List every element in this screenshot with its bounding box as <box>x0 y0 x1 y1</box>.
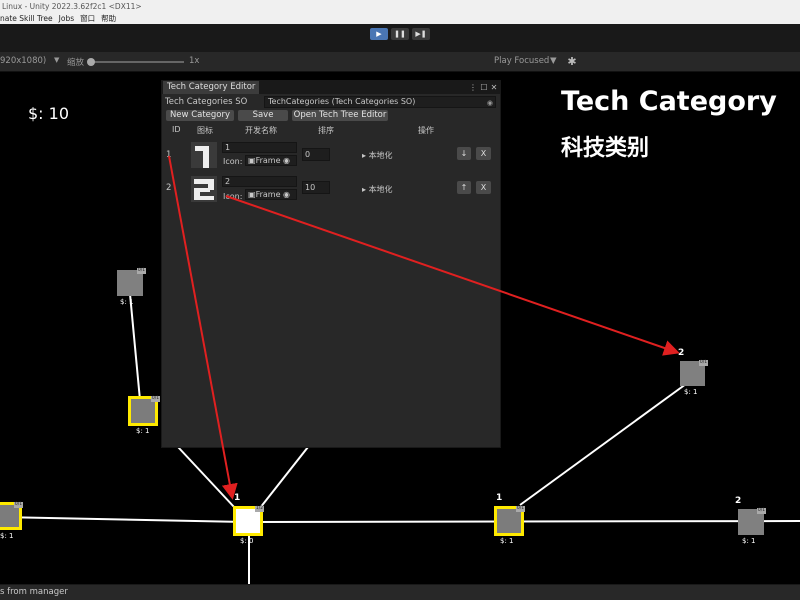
scale-label: 缩放 <box>67 58 85 68</box>
menu-item-skill-tree[interactable]: nate Skill Tree <box>0 14 53 23</box>
scale-slider[interactable] <box>90 61 184 63</box>
annotation-title-zh: 科技类别 <box>561 136 650 161</box>
node-level-badge: 0/1 <box>757 508 766 514</box>
save-button[interactable]: Save <box>238 110 288 121</box>
play-toolbar: ▶ ❚❚ ▶❚ <box>0 24 800 52</box>
category-icon-preview <box>191 142 217 168</box>
order-input[interactable]: 10 <box>302 181 330 194</box>
category-name-input[interactable]: 1 <box>222 142 297 153</box>
open-tech-tree-editor-button[interactable]: Open Tech Tree Editor <box>292 110 388 121</box>
column-header-name: 开发名称 <box>245 126 277 135</box>
category-name-input[interactable]: 2 <box>222 176 297 187</box>
chevron-down-icon[interactable]: ▼ <box>550 56 557 66</box>
localization-foldout[interactable]: ▸ 本地化 <box>362 184 393 195</box>
node-category-icon: 1 <box>234 493 241 503</box>
order-input[interactable]: 0 <box>302 148 330 161</box>
node-category-icon: 2 <box>678 348 685 358</box>
window-titlebar: Linux - Unity 2022.3.62f2c1 <DX11> <box>0 0 800 13</box>
menu-item-window[interactable]: 窗口 <box>80 14 95 23</box>
column-header-operations: 操作 <box>418 126 434 135</box>
step-button[interactable]: ▶❚ <box>412 28 430 40</box>
so-object-value: TechCategories (Tech Categories SO) <box>268 97 416 106</box>
node-category-icon: 1 <box>496 493 503 503</box>
node-cost: $: 1 <box>0 532 14 540</box>
window-title: Linux - Unity 2022.3.62f2c1 <DX11> <box>2 2 142 11</box>
node-cost: $: 1 <box>742 537 756 545</box>
localization-foldout[interactable]: ▸ 本地化 <box>362 150 393 161</box>
game-view-toolbar: 920x1080) ▼ 缩放 1x Play Focused ▼ ✱ <box>0 52 800 72</box>
editor-tab[interactable]: Tech Category Editor <box>163 81 259 94</box>
icon-object-field[interactable]: ▣Frame ◉ <box>245 189 297 200</box>
icon-field-label: Icon: <box>223 157 243 166</box>
play-mode-dropdown[interactable]: Play Focused <box>494 56 549 66</box>
menu-item-jobs[interactable]: Jobs <box>59 14 74 23</box>
node-cost: $: 1 <box>684 388 698 396</box>
so-field-label: Tech Categories SO <box>165 97 248 107</box>
play-button[interactable]: ▶ <box>370 28 388 40</box>
annotation-title-en: Tech Category <box>561 86 777 117</box>
node-level-badge: 0/1 <box>151 396 160 402</box>
column-header-order: 排序 <box>318 126 334 135</box>
maximize-icon[interactable]: ☐ <box>479 81 489 94</box>
node-cost: $: 0 <box>240 537 254 545</box>
tech-category-editor-window[interactable]: Tech Category Editor ⋮ ☐ ✕ Tech Categori… <box>161 80 501 448</box>
node-level-badge: 1/2 <box>255 506 264 512</box>
node-level-badge: 0/1 <box>699 360 708 366</box>
pause-button[interactable]: ❚❚ <box>391 28 409 40</box>
node-level-badge: 0/1 <box>516 506 525 512</box>
so-object-field[interactable]: TechCategories (Tech Categories SO) ◉ <box>264 96 496 108</box>
more-options-icon[interactable]: ⋮ <box>468 81 478 94</box>
scale-slider-handle[interactable] <box>87 58 95 66</box>
move-down-button[interactable]: ↓ <box>457 147 471 160</box>
icon-field-label: Icon: <box>223 192 243 201</box>
category-icon-preview <box>191 176 217 202</box>
menu-item-help[interactable]: 帮助 <box>101 14 116 23</box>
delete-category-button[interactable]: X <box>476 181 491 194</box>
node-cost: $: 1 <box>120 298 134 306</box>
category-id: 2 <box>166 183 172 193</box>
console-message: s from manager <box>0 587 68 597</box>
console-status-bar[interactable]: s from manager <box>0 584 800 600</box>
node-level-badge: 0/1 <box>14 502 23 508</box>
column-header-id: ID <box>172 125 181 134</box>
node-category-icon: 2 <box>735 496 742 506</box>
move-up-button[interactable]: ↑ <box>457 181 471 194</box>
object-picker-icon[interactable]: ◉ <box>487 98 493 108</box>
resolution-dropdown[interactable]: 920x1080) <box>0 56 46 66</box>
editor-titlebar: Tech Category Editor ⋮ ☐ ✕ <box>162 81 500 94</box>
scale-value: 1x <box>189 56 200 66</box>
node-cost: $: 1 <box>136 427 150 435</box>
close-icon[interactable]: ✕ <box>489 81 499 94</box>
new-category-button[interactable]: New Category <box>166 110 234 121</box>
chevron-down-icon[interactable]: ▼ <box>54 56 59 64</box>
node-level-badge: 0/1 <box>137 268 146 274</box>
column-header-icon: 图标 <box>197 126 213 135</box>
category-id: 1 <box>166 150 172 160</box>
delete-category-button[interactable]: X <box>476 147 491 160</box>
menu-bar: nate Skill Tree Jobs 窗口 帮助 <box>0 13 800 24</box>
icon-object-field[interactable]: ▣Frame ◉ <box>245 155 297 166</box>
money-display: $: 10 <box>28 104 70 123</box>
bug-icon[interactable]: ✱ <box>565 55 579 69</box>
node-cost: $: 1 <box>500 537 514 545</box>
